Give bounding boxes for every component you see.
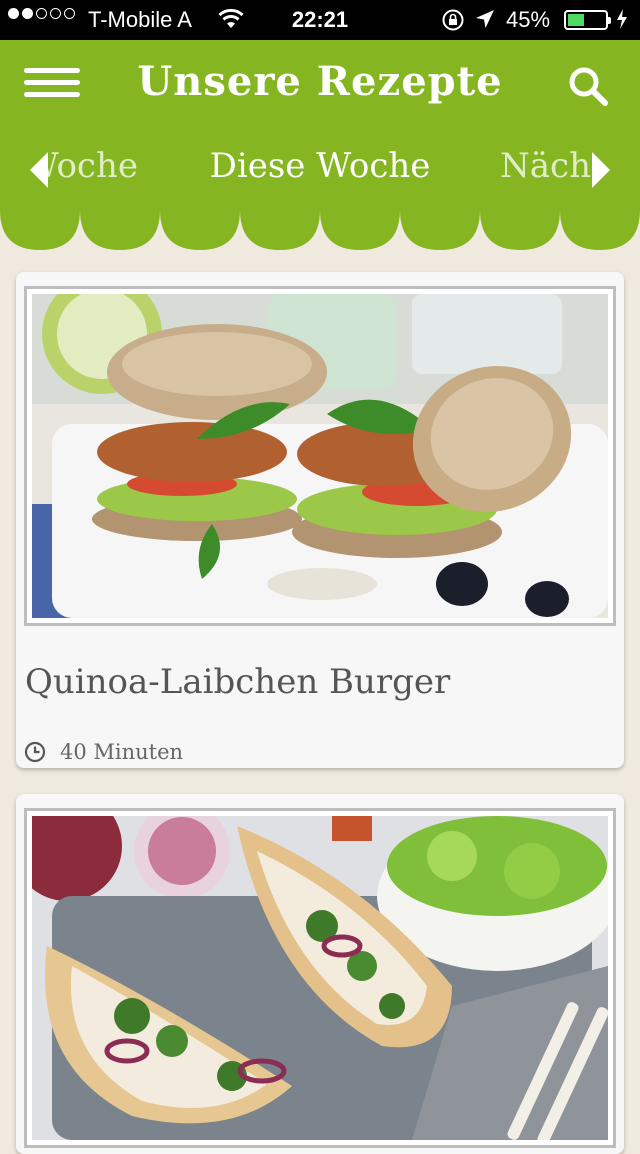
rotation-lock-icon (441, 8, 465, 38)
page-title: Unsere Rezepte (137, 58, 503, 105)
tab-next-week[interactable]: Nächste Woche (500, 146, 592, 186)
recipe-photo (32, 294, 608, 618)
recipe-card[interactable]: Quinoa-Laibchen Burger 40 Minuten (16, 272, 624, 768)
battery-icon (564, 10, 611, 30)
recipe-duration: 40 Minuten (60, 740, 184, 764)
recipe-meta: 40 Minuten (24, 740, 183, 764)
clock-icon (24, 741, 46, 763)
next-week-arrow[interactable] (590, 150, 612, 194)
recipe-photo-frame (24, 808, 616, 1148)
recipe-photo (32, 816, 608, 1140)
status-bar: T-Mobile A 22:21 45% (0, 0, 640, 40)
recipe-photo-frame (24, 286, 616, 626)
chevron-right-icon (592, 152, 610, 188)
week-tabs: Woche Diese Woche Nächste Woche (0, 140, 640, 200)
recipe-card[interactable] (16, 794, 624, 1154)
battery-percent: 45% (506, 7, 551, 32)
recipe-title: Quinoa-Laibchen Burger (25, 662, 451, 702)
previous-week-arrow[interactable] (28, 150, 50, 194)
location-arrow-icon (474, 8, 496, 36)
search-button[interactable] (566, 64, 610, 108)
chevron-left-icon (30, 152, 48, 188)
search-icon (569, 67, 608, 106)
header-scallop-edge (0, 200, 640, 250)
charging-icon (616, 8, 628, 36)
